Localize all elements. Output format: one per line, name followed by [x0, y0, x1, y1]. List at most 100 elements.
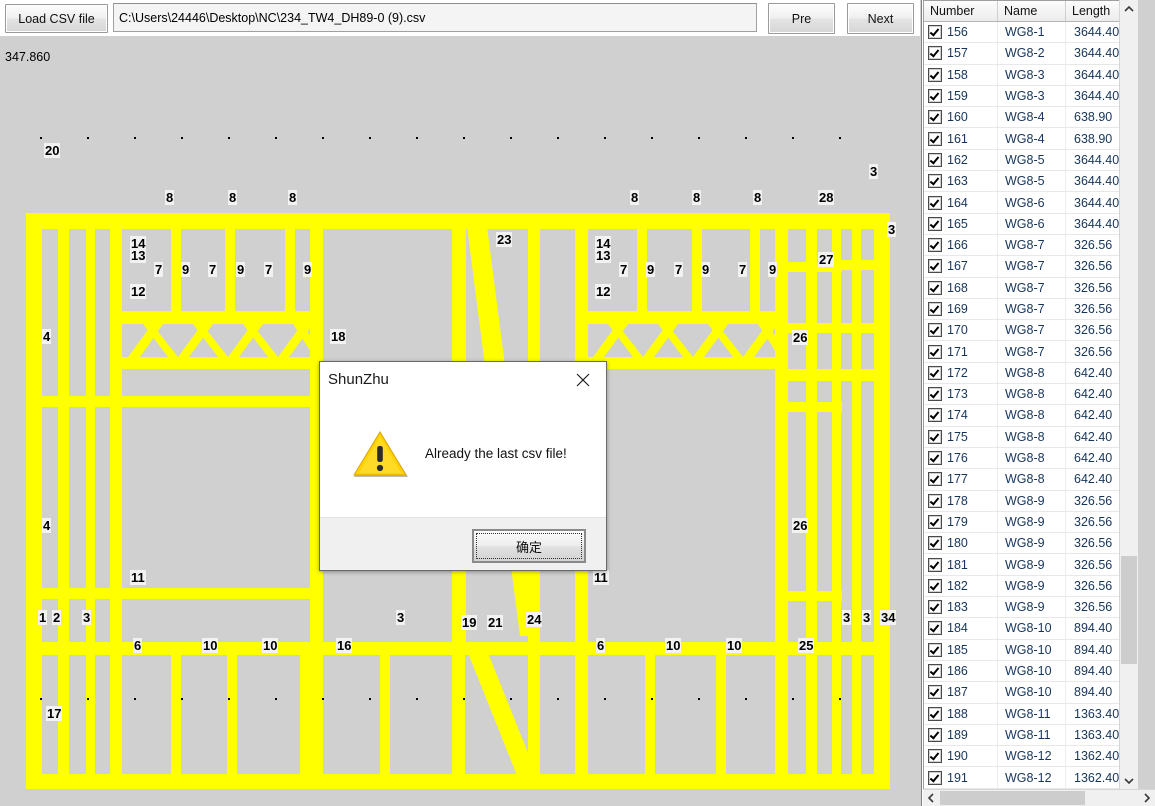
row-checkbox[interactable]	[928, 344, 942, 359]
table-row[interactable]: 156 WG8-1 3644.40	[924, 22, 1136, 44]
table-row[interactable]: 178 WG8-9 326.56	[924, 490, 1136, 512]
row-checkbox[interactable]	[928, 216, 942, 231]
table-row[interactable]: 188 WG8-11 1363.40	[924, 703, 1136, 725]
table-row[interactable]: 191 WG8-12 1362.40	[924, 767, 1136, 789]
table-row[interactable]: 166 WG8-7 326.56	[924, 234, 1136, 257]
table-row[interactable]: 175 WG8-8 642.40	[924, 426, 1136, 448]
row-checkbox[interactable]	[928, 536, 942, 551]
row-checkbox[interactable]	[928, 451, 942, 466]
table-row[interactable]: 172 WG8-8 642.40	[924, 362, 1136, 385]
load-csv-button[interactable]: Load CSV file	[5, 4, 108, 33]
row-checkbox[interactable]	[928, 578, 942, 593]
table-row[interactable]: 180 WG8-9 326.56	[924, 533, 1136, 555]
row-checkbox[interactable]	[928, 706, 942, 721]
row-checkbox[interactable]	[928, 25, 942, 40]
cell-name: WG8-1	[998, 22, 1066, 43]
chevron-up-icon[interactable]	[1120, 0, 1138, 18]
chevron-right-icon[interactable]	[1139, 790, 1155, 806]
member-label: 18	[330, 329, 347, 344]
cell-number-value: 179	[947, 514, 968, 529]
column-header-name[interactable]: Name	[998, 1, 1066, 21]
row-checkbox[interactable]	[928, 664, 942, 679]
close-icon[interactable]	[560, 362, 606, 398]
table-row[interactable]: 173 WG8-8 642.40	[924, 384, 1136, 406]
row-checkbox[interactable]	[928, 727, 942, 742]
row-checkbox[interactable]	[928, 89, 942, 104]
row-checkbox[interactable]	[928, 131, 942, 146]
member-label: 25	[798, 638, 815, 653]
table-row[interactable]: 183 WG8-9 326.56	[924, 597, 1136, 619]
table-row[interactable]: 164 WG8-6 3644.40	[924, 192, 1136, 214]
table-row[interactable]: 179 WG8-9 326.56	[924, 511, 1136, 534]
table-row[interactable]: 165 WG8-6 3644.40	[924, 213, 1136, 235]
table-row[interactable]: 190 WG8-12 1362.40	[924, 746, 1136, 768]
row-checkbox[interactable]	[928, 67, 942, 82]
row-checkbox[interactable]	[928, 493, 942, 508]
vertical-scrollbar-thumb[interactable]	[1121, 556, 1137, 664]
members-grid[interactable]: Number Name Length 156 WG8-1 3644.40 157 WG8…	[923, 0, 1136, 790]
cell-number: 175	[924, 426, 998, 447]
vertical-scrollbar[interactable]	[1119, 0, 1138, 790]
row-checkbox[interactable]	[928, 152, 942, 167]
table-row[interactable]: 167 WG8-7 326.56	[924, 256, 1136, 278]
table-row[interactable]: 162 WG8-5 3644.40	[924, 149, 1136, 172]
row-checkbox[interactable]	[928, 365, 942, 380]
row-checkbox[interactable]	[928, 621, 942, 636]
cell-number-value: 159	[947, 89, 968, 104]
table-row[interactable]: 161 WG8-4 638.90	[924, 128, 1136, 150]
csv-path-input[interactable]: C:\Users\24446\Desktop\NC\234_TW4_DH89-0…	[113, 3, 757, 32]
row-checkbox[interactable]	[928, 174, 942, 189]
table-row[interactable]: 174 WG8-8 642.40	[924, 405, 1136, 427]
table-row[interactable]: 168 WG8-7 326.56	[924, 277, 1136, 299]
row-checkbox[interactable]	[928, 642, 942, 657]
row-checkbox[interactable]	[928, 259, 942, 274]
ok-button[interactable]: 确定	[472, 529, 586, 563]
table-row[interactable]: 189 WG8-11 1363.40	[924, 724, 1136, 747]
table-row[interactable]: 176 WG8-8 642.40	[924, 447, 1136, 470]
table-row[interactable]: 187 WG8-10 894.40	[924, 682, 1136, 704]
close-glyph	[576, 373, 590, 387]
table-row[interactable]: 169 WG8-7 326.56	[924, 298, 1136, 321]
table-row[interactable]: 186 WG8-10 894.40	[924, 660, 1136, 683]
horizontal-scrollbar[interactable]	[923, 789, 1155, 806]
column-header-number[interactable]: Number	[924, 1, 998, 21]
table-row[interactable]: 158 WG8-3 3644.40	[924, 64, 1136, 86]
row-checkbox[interactable]	[928, 408, 942, 423]
row-checkbox[interactable]	[928, 110, 942, 125]
horizontal-scrollbar-thumb[interactable]	[940, 791, 1085, 805]
next-button[interactable]: Next	[847, 3, 914, 34]
table-row[interactable]: 182 WG8-9 326.56	[924, 575, 1136, 598]
table-row[interactable]: 159 WG8-3 3644.40	[924, 85, 1136, 108]
table-row[interactable]: 177 WG8-8 642.40	[924, 469, 1136, 491]
cell-number-value: 189	[947, 727, 968, 742]
row-checkbox[interactable]	[928, 429, 942, 444]
table-row[interactable]: 171 WG8-7 326.56	[924, 341, 1136, 363]
row-checkbox[interactable]	[928, 472, 942, 487]
previous-button[interactable]: Pre	[768, 3, 835, 34]
member-label: 17	[46, 706, 63, 721]
chevron-left-icon[interactable]	[923, 790, 939, 806]
table-row[interactable]: 157 WG8-2 3644.40	[924, 43, 1136, 65]
row-checkbox[interactable]	[928, 749, 942, 764]
row-checkbox[interactable]	[928, 514, 942, 529]
row-checkbox[interactable]	[928, 600, 942, 615]
row-checkbox[interactable]	[928, 302, 942, 316]
row-checkbox[interactable]	[928, 46, 942, 61]
row-checkbox[interactable]	[928, 770, 942, 785]
row-checkbox[interactable]	[928, 557, 942, 572]
row-checkbox[interactable]	[928, 238, 942, 253]
chevron-down-icon[interactable]	[1120, 772, 1138, 790]
row-checkbox[interactable]	[928, 323, 942, 338]
row-checkbox[interactable]	[928, 195, 942, 210]
row-checkbox[interactable]	[928, 387, 942, 402]
table-row[interactable]: 181 WG8-9 326.56	[924, 554, 1136, 576]
row-checkbox[interactable]	[928, 685, 942, 700]
table-row[interactable]: 160 WG8-4 638.90	[924, 107, 1136, 129]
table-row[interactable]: 170 WG8-7 326.56	[924, 320, 1136, 342]
table-row[interactable]: 184 WG8-10 894.40	[924, 618, 1136, 640]
table-row[interactable]: 185 WG8-10 894.40	[924, 639, 1136, 661]
cell-name: WG8-9	[998, 511, 1066, 533]
table-row[interactable]: 163 WG8-5 3644.40	[924, 171, 1136, 193]
cell-number-value: 182	[947, 578, 968, 593]
row-checkbox[interactable]	[928, 280, 942, 295]
